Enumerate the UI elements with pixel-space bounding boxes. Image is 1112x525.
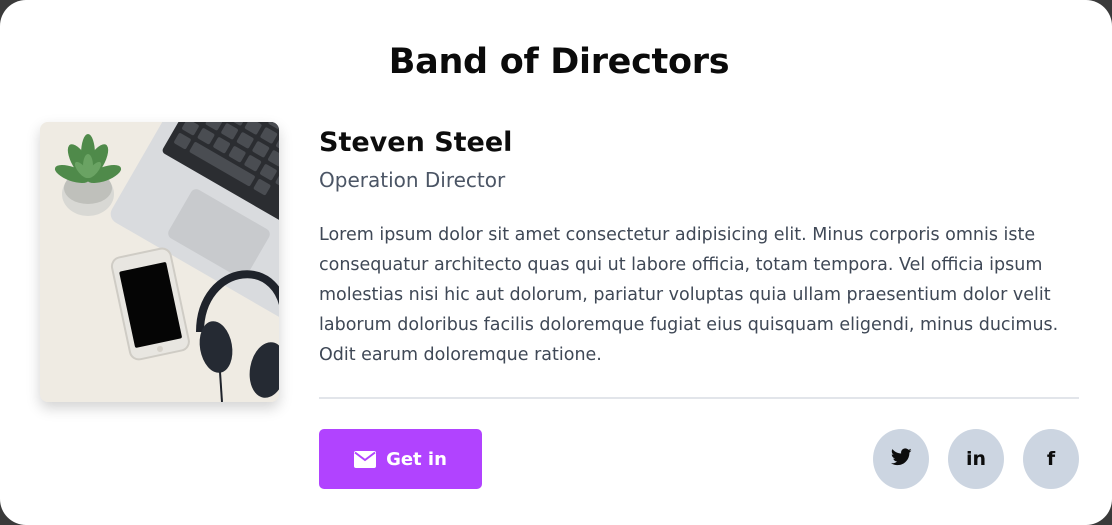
director-card: Band of Directors Steven Steel Operation… [0, 0, 1112, 525]
member-photo [40, 122, 279, 402]
get-in-label: Get in [386, 448, 447, 470]
twitter-button[interactable] [873, 429, 929, 489]
member-name: Steven Steel [319, 127, 513, 158]
facebook-icon: f [1046, 447, 1056, 470]
linkedin-button[interactable]: in [948, 429, 1004, 489]
facebook-button[interactable]: f [1023, 429, 1079, 489]
section-title: Band of Directors [388, 42, 730, 82]
linkedin-icon: in [965, 447, 987, 470]
get-in-button[interactable]: Get in [319, 429, 482, 489]
member-bio: Lorem ipsum dolor sit amet consectetur a… [319, 225, 1059, 365]
twitter-icon [890, 448, 912, 470]
member-role: Operation Director [319, 168, 506, 192]
divider [319, 397, 1079, 399]
envelope-icon [354, 450, 377, 468]
